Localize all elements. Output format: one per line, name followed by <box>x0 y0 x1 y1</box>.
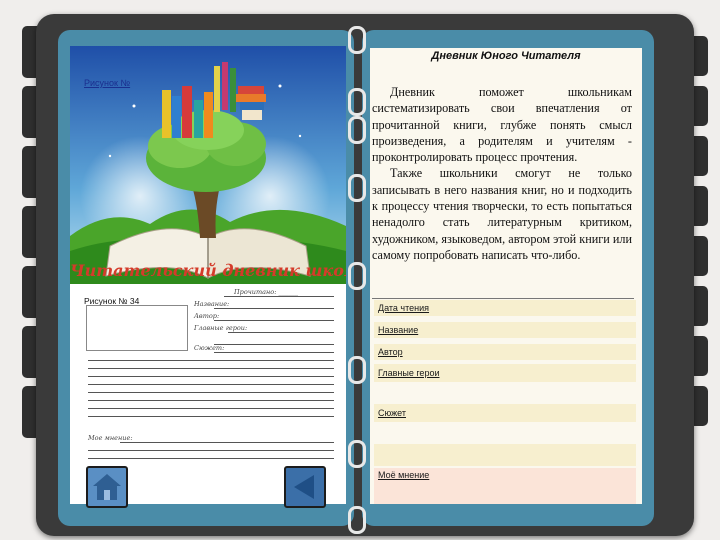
opinion-field[interactable]: Моё мнение <box>374 468 636 504</box>
binder-ring <box>348 356 366 384</box>
field-label: Главные герои <box>378 368 440 378</box>
paragraph: Также школьники смогут не только записыв… <box>372 166 632 262</box>
back-button[interactable] <box>284 466 326 508</box>
opinion-field-top[interactable] <box>374 444 636 466</box>
field-label: Автор <box>378 347 403 357</box>
home-button[interactable] <box>86 466 128 508</box>
binder-ring <box>348 262 366 290</box>
form-line <box>88 360 334 361</box>
form-line <box>120 442 334 443</box>
form-label: Сюжет: <box>194 344 225 352</box>
left-triangle-icon <box>294 475 314 499</box>
form-line <box>88 458 334 459</box>
form-line <box>88 408 334 409</box>
form-line <box>88 384 334 385</box>
description-text: Дневник поможет школьникам систематизиро… <box>372 84 632 294</box>
binder-ring <box>348 88 366 116</box>
characters-field[interactable]: Главные герои <box>374 364 636 382</box>
picture-box <box>86 305 188 351</box>
form-label: Название: <box>194 300 230 308</box>
form-line <box>88 416 334 417</box>
binder-ring <box>348 506 366 534</box>
form-line <box>214 344 334 345</box>
page-title: Дневник Юного Читателя <box>431 50 581 62</box>
form-line <box>228 332 334 333</box>
form-line <box>88 376 334 377</box>
illustration-title: Читательский дневник школьника <box>70 261 346 280</box>
form-line <box>88 392 334 393</box>
form-line <box>214 308 334 309</box>
binder-ring <box>348 174 366 202</box>
binder-ring <box>348 26 366 54</box>
form-label: Автор: <box>194 312 220 320</box>
field-label: Сюжет <box>378 408 406 418</box>
form-label: Прочитано: ______ <box>234 288 298 296</box>
title-field[interactable]: Название <box>374 322 636 338</box>
form-label: Главные герои: <box>194 324 248 332</box>
form-line <box>88 368 334 369</box>
form-line <box>214 352 334 353</box>
form-label: Мое мнение: <box>88 434 133 442</box>
plot-field[interactable]: Сюжет <box>374 404 636 422</box>
form-line <box>88 450 334 451</box>
author-field[interactable]: Автор <box>374 344 636 360</box>
form-line <box>224 296 334 297</box>
field-label: Название <box>378 325 419 335</box>
paragraph: Дневник поможет школьникам систематизиро… <box>372 85 632 165</box>
binder-ring <box>348 440 366 468</box>
field-label: Дата чтения <box>378 303 430 313</box>
date-field[interactable]: Дата чтения <box>374 300 636 316</box>
form-line <box>214 320 334 321</box>
form-line <box>88 400 334 401</box>
divider <box>372 298 634 299</box>
binder-ring <box>348 116 366 144</box>
house-icon <box>93 474 121 500</box>
field-label: Моё мнение <box>378 470 430 480</box>
figure-caption: Рисунок № <box>84 78 131 88</box>
